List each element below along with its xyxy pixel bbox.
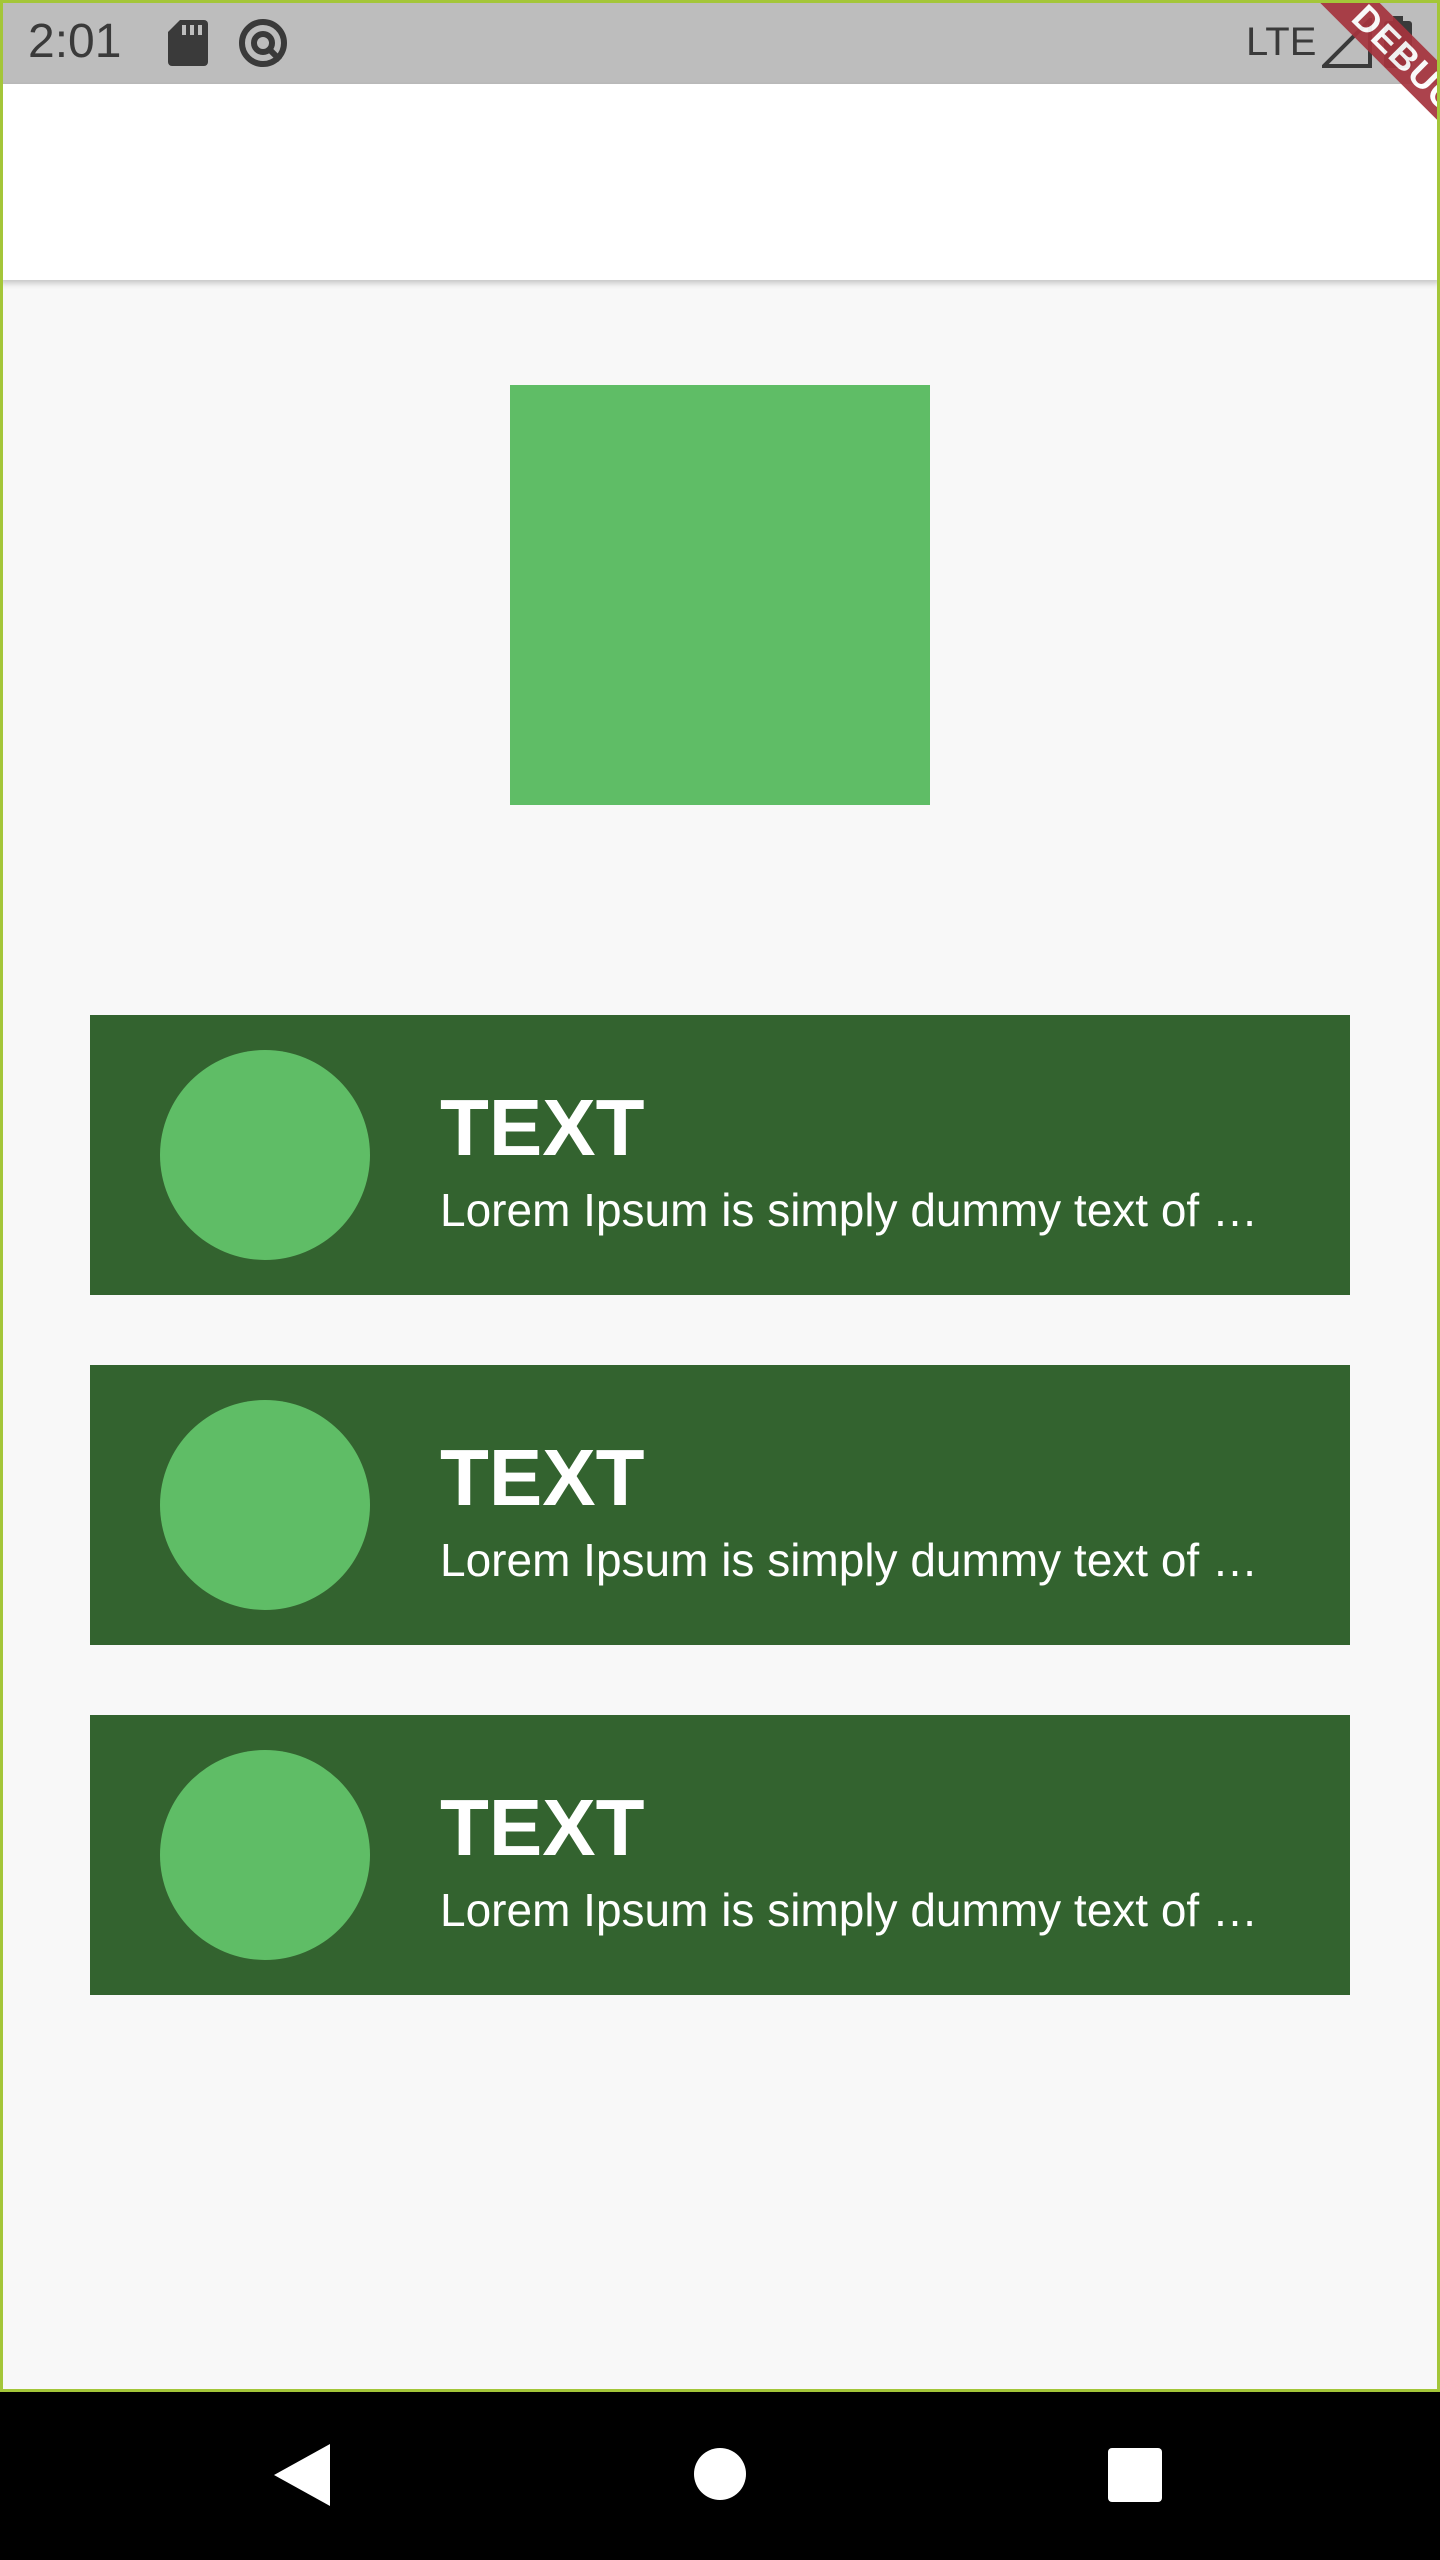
list-card[interactable]: TEXT Lorem Ipsum is simply dummy text of… [90,1715,1350,1995]
hero-square [510,385,930,805]
avatar [160,1050,370,1260]
back-icon[interactable] [272,2442,332,2508]
avatar [160,1400,370,1610]
app-bar [0,84,1440,280]
signal-icon [1322,18,1372,68]
card-title: TEXT [440,1433,645,1522]
system-nav-bar [0,2392,1440,2560]
sd-card-icon [168,20,208,66]
list-card[interactable]: TEXT Lorem Ipsum is simply dummy text of… [90,1015,1350,1295]
status-time: 2:01 [28,15,122,68]
battery-icon [1384,16,1412,68]
status-bar: 2:01 LTE [0,0,1440,84]
home-icon[interactable] [694,2448,746,2500]
card-subtitle: Lorem Ipsum is simply dummy text of … [440,1184,1258,1236]
avatar [160,1750,370,1960]
card-title: TEXT [440,1783,645,1872]
card-title: TEXT [440,1083,645,1172]
network-type-label: LTE [1246,20,1317,64]
list-card[interactable]: TEXT Lorem Ipsum is simply dummy text of… [90,1365,1350,1645]
card-subtitle: Lorem Ipsum is simply dummy text of … [440,1534,1258,1586]
sync-icon [239,19,287,67]
recents-icon[interactable] [1108,2448,1162,2502]
card-subtitle: Lorem Ipsum is simply dummy text of … [440,1884,1258,1936]
